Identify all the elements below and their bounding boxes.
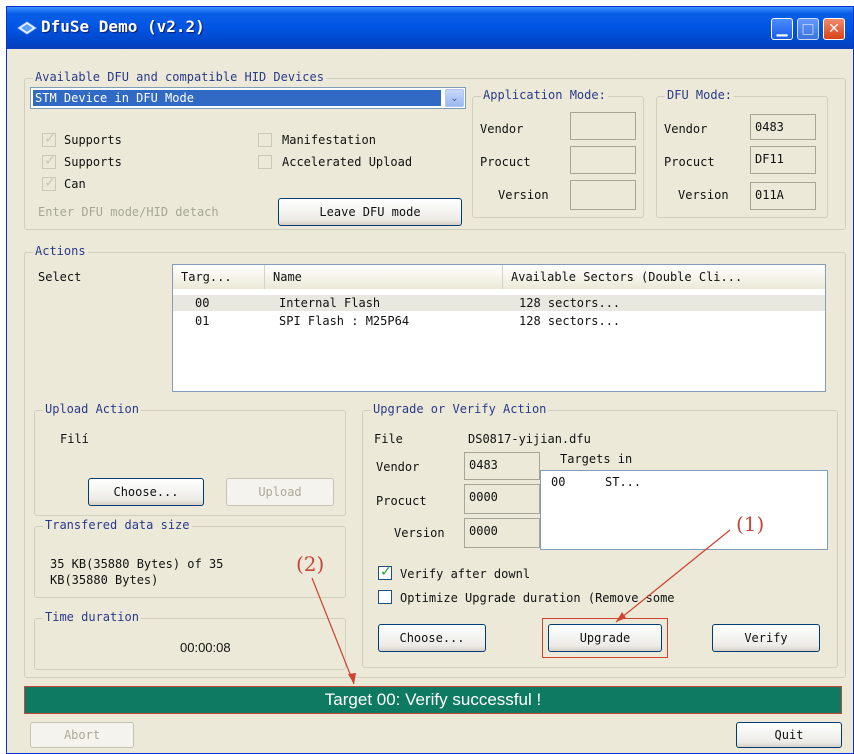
abort-button-label: Abort: [63, 728, 101, 742]
arrow-two: [311, 577, 355, 685]
abort-button[interactable]: Abort: [30, 722, 134, 748]
arrow-one: [615, 529, 731, 623]
status-text: Target 00: Verify successful !: [324, 690, 542, 709]
quit-button[interactable]: Quit: [736, 722, 842, 748]
arrow-one-head: [616, 612, 626, 622]
arrow-two-head: [348, 673, 356, 684]
annotation-arrows: [311, 529, 731, 685]
status-bar: Target 00: Verify successful !: [24, 686, 842, 714]
quit-button-label: Quit: [774, 728, 804, 742]
